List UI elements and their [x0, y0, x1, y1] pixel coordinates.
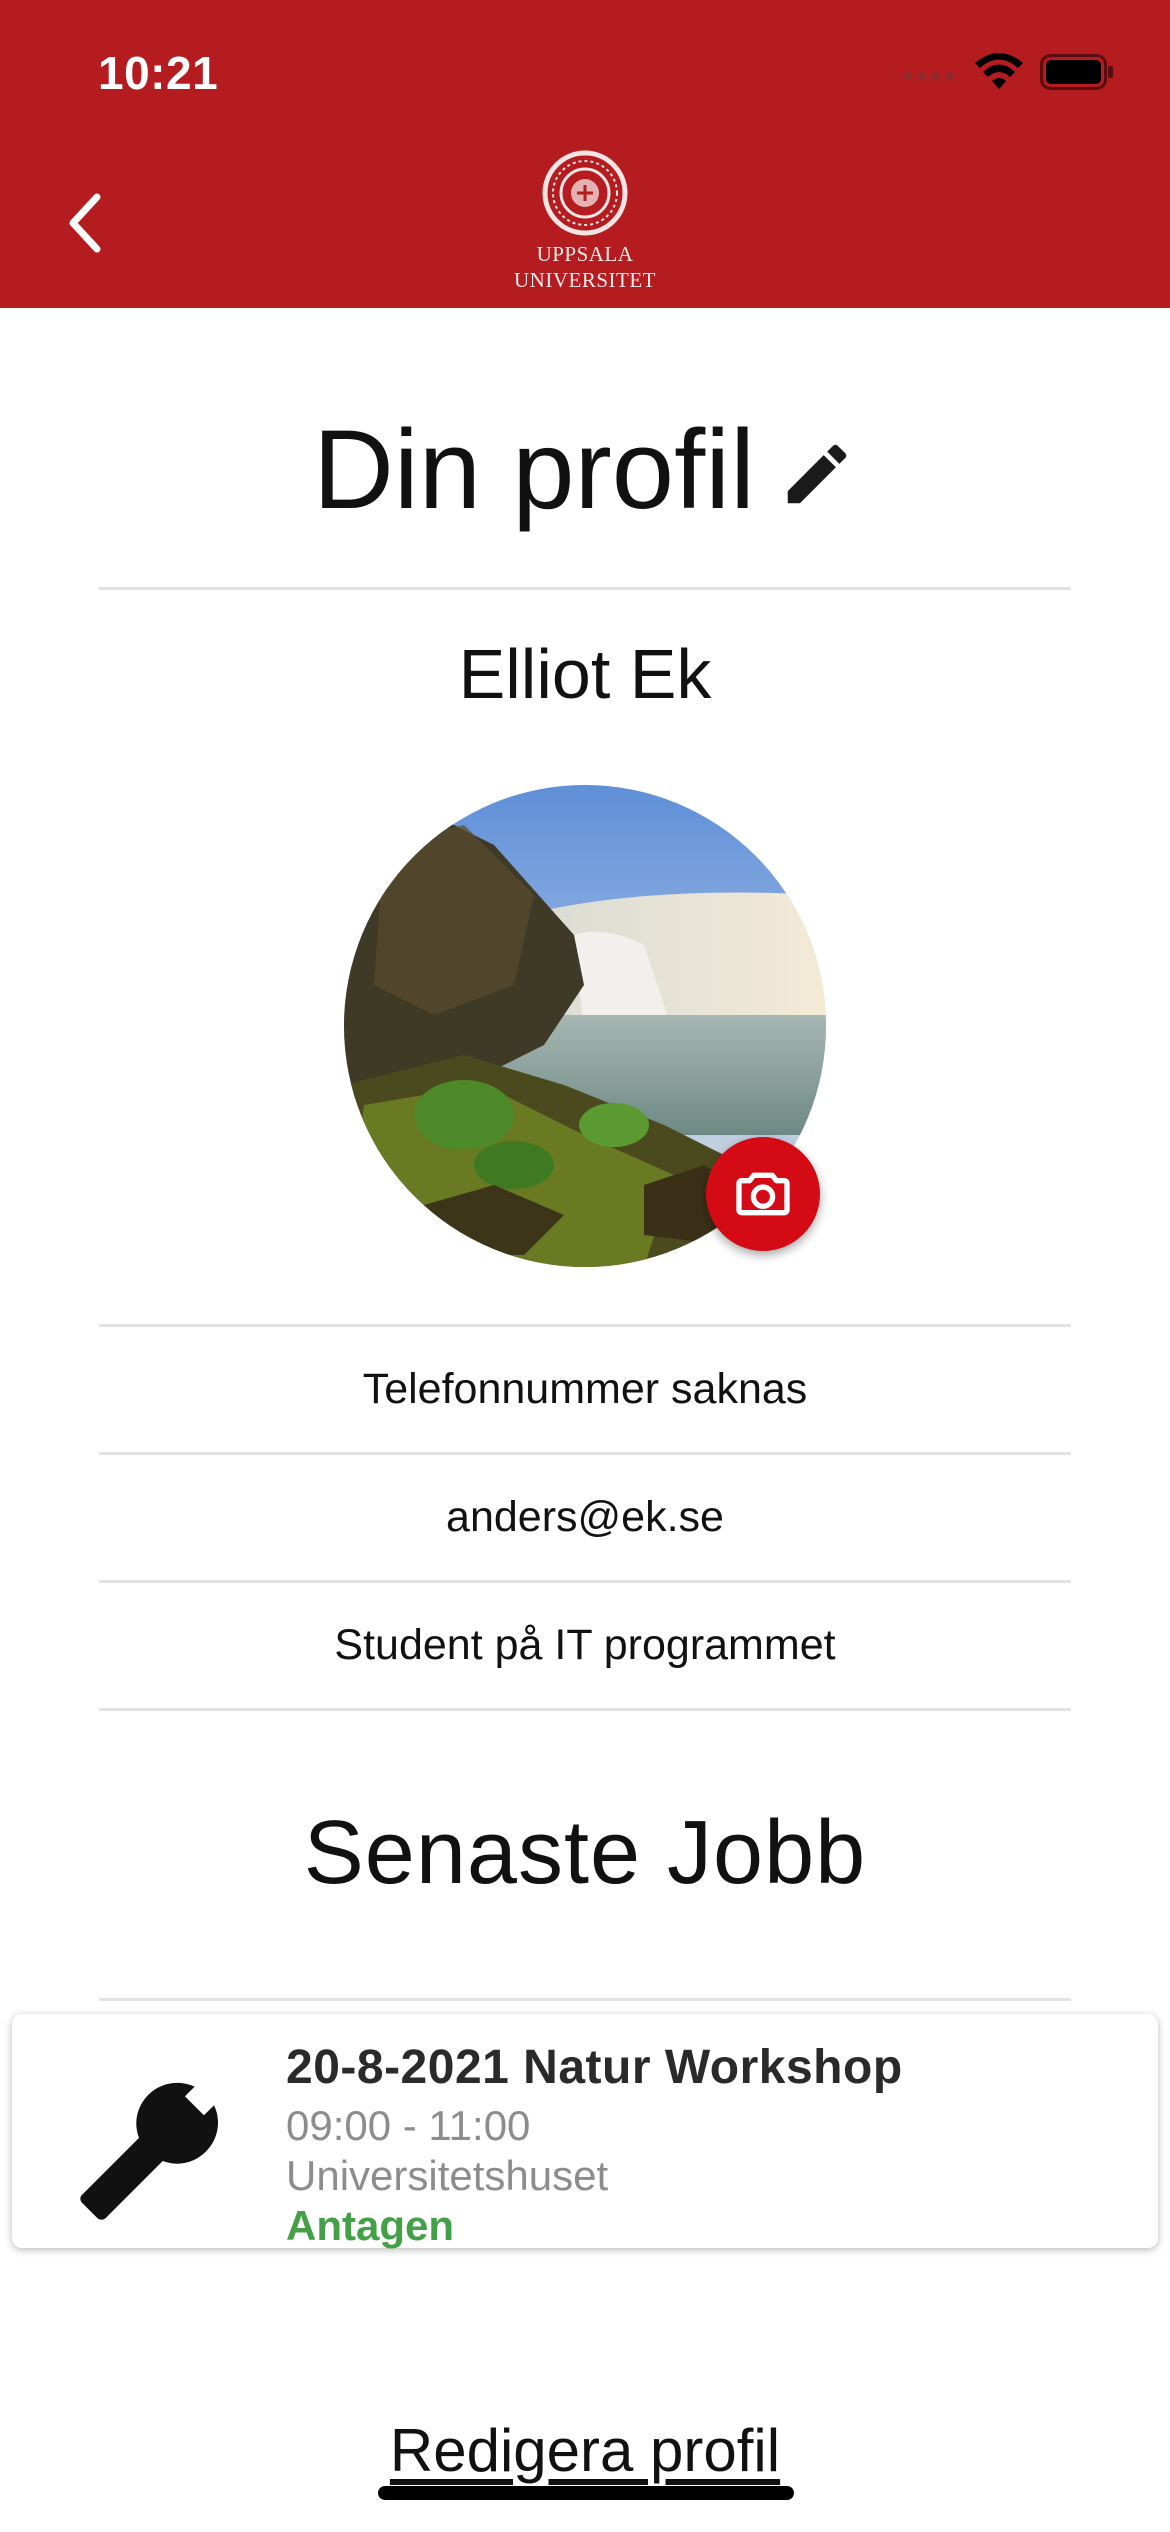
status-icons: [902, 50, 1114, 98]
divider: [99, 1580, 1071, 1583]
edit-profile-link[interactable]: Redigera profil: [390, 2417, 780, 2484]
phone-number-text: Telefonnummer saknas: [362, 1365, 808, 1413]
edit-profile-icon-button[interactable]: [777, 434, 857, 514]
page-title: Din profil: [313, 407, 755, 532]
divider: [99, 1708, 1071, 1711]
job-card[interactable]: 20-8-2021 Natur Workshop 09:00 - 11:00 U…: [12, 2014, 1158, 2249]
logo-line-1: UPPSALA: [536, 242, 634, 266]
divider: [99, 1324, 1071, 1327]
profile-screen: 10:21 UPPSALA UNIVERSITET Din profil Ell…: [0, 0, 1170, 2532]
university-seal-icon: [542, 150, 628, 236]
pencil-icon: [787, 444, 847, 504]
divider: [99, 587, 1071, 590]
status-time: 10:21: [98, 47, 219, 99]
description-text: Student på IT programmet: [334, 1621, 836, 1669]
email-text: anders@ek.se: [446, 1493, 724, 1541]
edit-profile-link-row: Redigera profil: [0, 2416, 1170, 2485]
divider: [99, 1452, 1071, 1455]
job-status: Antagen: [286, 2202, 454, 2249]
signal-icon: [902, 62, 958, 87]
job-time: 09:00 - 11:00: [286, 2102, 531, 2149]
home-indicator: [378, 2486, 794, 2500]
camera-icon: [736, 1172, 790, 1216]
job-location: Universitetshuset: [286, 2152, 609, 2199]
user-name: Elliot Ek: [458, 635, 712, 713]
wifi-icon: [974, 52, 1024, 96]
app-header: 10:21 UPPSALA UNIVERSITET: [0, 0, 1170, 308]
battery-icon: [1040, 53, 1114, 95]
back-button[interactable]: [50, 178, 120, 268]
avatar-container: [344, 785, 826, 1267]
logo-line-2: UNIVERSITET: [514, 268, 656, 292]
tools-icon: [74, 2076, 224, 2226]
job-title: 20-8-2021 Natur Workshop: [286, 2041, 903, 2094]
divider: [99, 1998, 1071, 2001]
latest-jobs-title: Senaste Jobb: [303, 1803, 867, 1903]
chevron-left-icon: [69, 193, 101, 253]
page-title-row: Din profil: [0, 400, 1170, 540]
university-logo: UPPSALA UNIVERSITET: [500, 150, 670, 293]
change-photo-button[interactable]: [706, 1137, 820, 1251]
